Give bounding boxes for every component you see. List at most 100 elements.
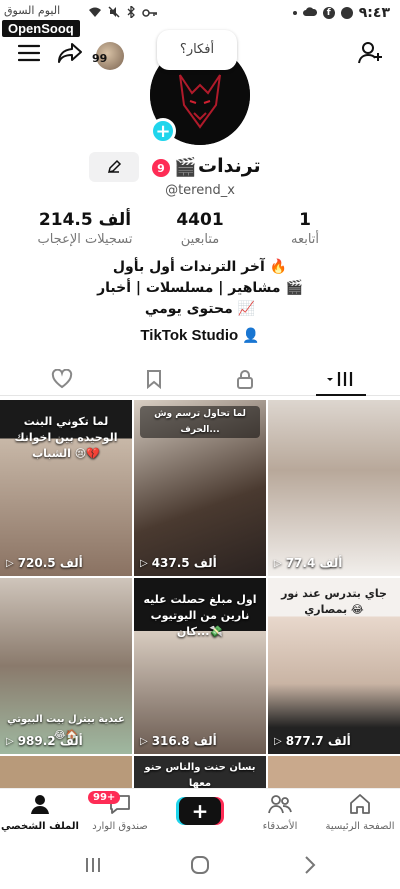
back-icon[interactable] [295,852,325,878]
video-thumbnail[interactable]: لما تكوني البنت الوحيده بين اخوانك الشبا… [0,400,132,576]
watermark-top-text: اليوم السوق [4,4,61,17]
menu-icon[interactable] [14,38,44,68]
pencil-icon [107,159,122,174]
video-thumbnail[interactable]: ▷ 77.4 ألف [268,400,400,576]
video-views: ▷ 877.7 ألف [274,734,351,748]
nav-profile[interactable]: الملف الشخصي [0,793,80,832]
nav-home-label: الصفحة الرئيسية [325,821,395,832]
facebook-icon: f [322,7,335,19]
stat-following-label: أتابعه [290,232,320,247]
bio-line: مشاهير | مسلسلات | أخبار 🎬 [97,280,303,296]
stat-following-value: 1 [299,210,311,230]
story-count-badge: 99 [92,52,108,65]
creator-icon: 👤 [242,327,260,343]
play-icon: ▷ [274,557,282,569]
video-caption: بسان حنت والناس حنو معها [144,762,256,788]
video-views: ▷ 437.5 ألف [140,556,217,570]
stat-followers-value: 4401 [176,210,224,230]
status-bar: اليوم السوق OpenSooq f ٩:٤٣ [0,0,400,37]
video-views: ▷ 316.8 ألف [140,734,217,748]
stat-likes-value: 214.5 ألف [38,210,132,230]
dot-icon [292,11,297,15]
mute-icon [108,6,120,22]
recent-apps-icon[interactable] [78,852,108,878]
home-icon [350,794,370,814]
tab-videos[interactable] [318,362,362,396]
stat-followers[interactable]: 4401 متابعين [160,210,240,247]
username: @terend_x [165,183,235,198]
play-icon: ▷ [6,735,14,747]
messenger-icon [340,7,353,19]
bluetooth-icon [126,4,136,22]
video-caption: لما تحاول ترسم وش الحرف... [140,406,260,438]
share-icon[interactable] [55,38,85,68]
nav-friends-label: الأصدقاء [262,821,298,832]
tiktok-studio-label: TikTok Studio [140,327,239,344]
video-thumbnail[interactable] [0,756,132,788]
heart-icon [51,369,73,389]
play-icon: ▷ [140,735,148,747]
edit-profile-button[interactable] [89,152,139,182]
bookmark-icon [147,370,161,389]
notification-badge: 9 [152,159,170,177]
system-nav-bar [0,842,400,889]
video-views-count: 877.7 ألف [285,734,351,748]
stat-likes: 214.5 ألف تسجيلات الإعجاب [30,210,140,247]
tiktok-studio-link[interactable]: TikTok Studio 👤 [0,327,400,344]
video-thumbnail[interactable]: اول مبلغ حصلت عليه نارين من اليوتيوب كان… [134,578,266,754]
video-caption: جاي بتدرس عند نور بمصاري 😂 [281,587,387,616]
bio-line: آخر الترندات أول بأول 🔥 [112,259,288,275]
video-views-count: 720.5 ألف [17,556,83,570]
friends-icon [268,795,292,814]
lock-icon [237,370,253,389]
video-thumbnail[interactable]: لما تحاول ترسم وش الحرف... ▷ 437.5 ألف [134,400,266,576]
video-views-count: 989.2 ألف [17,734,83,748]
play-icon: ▷ [6,557,14,569]
home-button-icon[interactable] [185,852,215,878]
stat-followers-label: متابعين [180,232,220,247]
nav-inbox[interactable]: صندوق الوارد 99+ [80,791,160,832]
active-tab-indicator [316,394,366,396]
cloud-icon [302,6,317,21]
video-thumbnail[interactable]: جاي بتدرس عند نور بمصاري 😂 ▷ 877.7 ألف [268,578,400,754]
stat-following[interactable]: 1 أتابعه [270,210,340,247]
video-caption: لما تكوني البنت الوحيده بين اخوانك الشبا… [14,415,118,460]
notes-bubble[interactable]: أفكار؟ [157,30,237,70]
bottom-nav: الملف الشخصي صندوق الوارد 99+ + الأصدقاء… [0,788,400,840]
video-views-count: 316.8 ألف [151,734,217,748]
profile-icon [31,795,49,814]
status-icons-right: f ٩:٤٣ [292,5,390,21]
nav-profile-label: الملف الشخصي [1,821,79,832]
key-icon [142,7,158,22]
video-views: ▷ 77.4 ألف [274,556,342,570]
video-caption: اول مبلغ حصلت عليه نارين من اليوتيوب كان… [143,593,257,638]
create-button[interactable]: + [179,797,221,825]
nav-friends[interactable]: الأصدقاء [240,793,320,832]
video-views: ▷ 720.5 ألف [6,556,83,570]
video-grid-icon [327,372,353,386]
status-time: ٩:٤٣ [358,5,390,21]
clapperboard-icon: 🎬 [174,157,197,178]
add-story-button[interactable]: + [150,118,176,144]
video-thumbnail[interactable]: عبدية بيترل بيت البيوتي 😂🏠 ▷ 989.2 ألف [0,578,132,754]
video-thumbnail[interactable]: بسان حنت والناس حنو معها [134,756,266,788]
inbox-badge: 99+ [88,791,121,804]
wifi-icon [88,6,102,22]
display-name: ترندات [198,155,261,177]
video-views-count: 77.4 ألف [285,556,343,570]
bio-line: محتوى يومي 📈 [144,301,256,317]
add-friend-icon[interactable] [356,38,386,68]
tab-private[interactable] [228,362,262,396]
bio: آخر الترندات أول بأول 🔥 مشاهير | مسلسلات… [0,257,400,320]
video-thumbnail[interactable] [268,756,400,788]
nav-home[interactable]: الصفحة الرئيسية [320,793,400,832]
tab-liked[interactable] [45,362,79,396]
opensooq-watermark: OpenSooq [2,20,80,37]
video-views-count: 437.5 ألف [151,556,217,570]
stat-likes-label: تسجيلات الإعجاب [37,232,133,247]
video-views: ▷ 989.2 ألف [6,734,83,748]
play-icon: ▷ [140,557,148,569]
nav-inbox-label: صندوق الوارد [92,821,148,832]
status-icons-left [88,4,158,22]
tab-favorites[interactable] [137,362,171,396]
